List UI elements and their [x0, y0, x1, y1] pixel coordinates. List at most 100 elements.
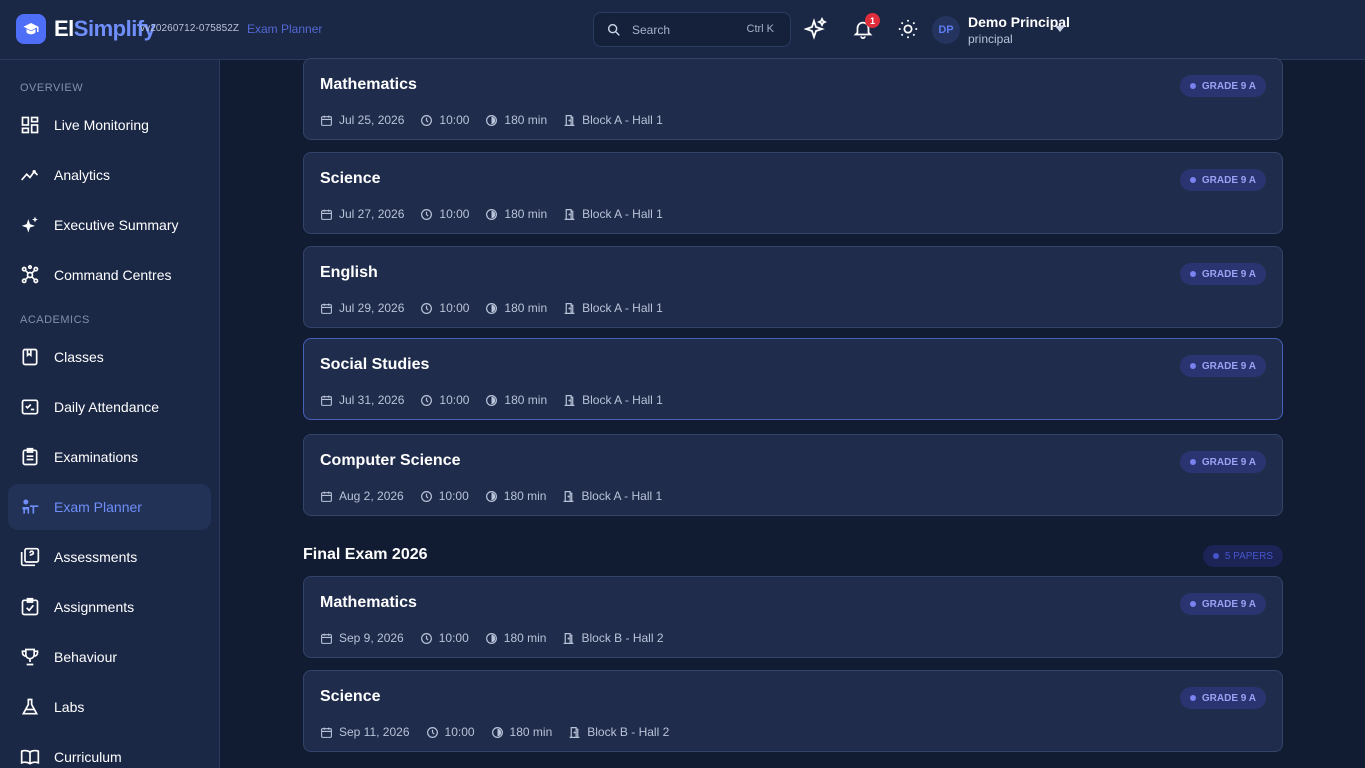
- section-title-final-exam: Final Exam 2026: [303, 546, 428, 563]
- exam-venue-value: Block A - Hall 1: [582, 301, 663, 315]
- sidebar-item-command-centres[interactable]: Command Centres: [8, 252, 211, 298]
- exam-venue: Block A - Hall 1: [563, 393, 663, 407]
- papers-count-badge: 5 PAPERS: [1202, 545, 1283, 567]
- open-book-icon: [20, 749, 40, 765]
- exam-meta: Jul 31, 2026 10:00 180 min Block A - Hal…: [320, 393, 679, 407]
- clock-icon: [421, 208, 433, 220]
- exam-meta: Jul 29, 2026 10:00 180 min Block A - Hal…: [320, 301, 679, 315]
- exam-card[interactable]: Computer Science Aug 2, 2026 10:00 180 m…: [303, 434, 1283, 516]
- exam-subject: Mathematics: [320, 594, 417, 611]
- grade-badge: GRADE 9 A: [1179, 169, 1266, 191]
- exam-duration-value: 180 min: [509, 725, 553, 739]
- sidebar-item-classes[interactable]: Classes: [8, 334, 211, 380]
- book-icon: [22, 348, 38, 366]
- ai-sparkle-button[interactable]: [801, 14, 831, 44]
- timer-icon: [485, 490, 497, 502]
- sidebar-item-live-monitoring[interactable]: Live Monitoring: [8, 102, 211, 148]
- exam-subject: Science: [320, 170, 381, 187]
- sidebar-item-labs[interactable]: Labs: [8, 684, 211, 730]
- exam-card[interactable]: Science Jul 27, 2026 10:00 180 min Block…: [303, 152, 1283, 234]
- exam-time-value: 10:00: [438, 631, 469, 645]
- grade-label: GRADE 9 A: [1201, 456, 1256, 468]
- exam-card[interactable]: Science Sep 11, 2026 10:00 180 min Block…: [303, 670, 1283, 752]
- sidebar-item-label: Daily Attendance: [54, 399, 160, 415]
- exam-subject: English: [320, 264, 378, 281]
- sidebar-section-academics: ACADEMICS: [20, 314, 90, 326]
- sidebar-item-exam-planner[interactable]: Exam Planner: [8, 484, 211, 530]
- sidebar-item-daily-attendance[interactable]: Daily Attendance: [8, 384, 211, 430]
- avatar[interactable]: DP: [932, 16, 960, 44]
- breadcrumb[interactable]: Exam Planner: [247, 22, 322, 36]
- badge-dot: [1212, 553, 1219, 559]
- exam-date: Jul 29, 2026: [320, 301, 404, 315]
- door-icon: [564, 394, 575, 406]
- exam-date: Sep 11, 2026: [320, 725, 410, 739]
- badge-dot: [1189, 177, 1196, 183]
- calendar-icon: [321, 491, 332, 502]
- papers-count-label: 5 PAPERS: [1224, 550, 1273, 562]
- exam-duration-value: 180 min: [504, 393, 548, 407]
- search-input[interactable]: Search Ctrl K: [593, 12, 791, 47]
- brand-name-prefix: El: [54, 16, 74, 41]
- search-placeholder: Search: [632, 23, 671, 37]
- exam-meta: Sep 11, 2026 10:00 180 min Block B - Hal…: [320, 725, 685, 739]
- exam-duration: 180 min: [485, 301, 547, 315]
- graduation-cap-icon[interactable]: [16, 14, 46, 44]
- exam-date-value: Jul 25, 2026: [339, 113, 405, 127]
- sidebar-item-label: Analytics: [54, 167, 111, 183]
- sidebar-item-label: Assessments: [54, 549, 138, 565]
- sidebar-item-curriculum[interactable]: Curriculum: [8, 734, 211, 768]
- chevron-down-icon[interactable]: [1054, 25, 1066, 33]
- exam-time-value: 10:00: [444, 725, 475, 739]
- sidebar-item-analytics[interactable]: Analytics: [8, 152, 211, 198]
- grade-badge: GRADE 9 A: [1179, 355, 1266, 377]
- exam-card[interactable]: Social Studies Jul 31, 2026 10:00 180 mi…: [303, 338, 1283, 420]
- exam-subject: Science: [320, 688, 381, 705]
- exam-card[interactable]: Mathematics Sep 9, 2026 10:00 180 min Bl…: [303, 576, 1283, 658]
- timer-icon: [486, 208, 498, 220]
- flask-icon: [21, 698, 39, 715]
- grade-label: GRADE 9 A: [1201, 80, 1256, 92]
- timer-icon: [486, 302, 498, 314]
- grade-badge: GRADE 9 A: [1179, 263, 1266, 285]
- checklist-icon: [21, 399, 39, 415]
- search-icon: [607, 23, 620, 36]
- clock-icon: [420, 632, 432, 644]
- theme-toggle-button[interactable]: [893, 14, 923, 44]
- grade-badge: GRADE 9 A: [1179, 593, 1266, 615]
- exam-time-value: 10:00: [439, 207, 470, 221]
- exam-time: 10:00: [420, 301, 469, 315]
- calendar-icon: [321, 209, 332, 220]
- exam-card[interactable]: Mathematics Jul 25, 2026 10:00 180 min B…: [303, 58, 1283, 140]
- sidebar: OVERVIEW Live Monitoring Analytics Execu…: [0, 60, 220, 768]
- badge-dot: [1189, 83, 1196, 89]
- exam-card[interactable]: English Jul 29, 2026 10:00 180 min Block…: [303, 246, 1283, 328]
- exam-date-value: Sep 11, 2026: [339, 725, 410, 739]
- notification-badge: 1: [865, 13, 880, 28]
- exam-venue: Block B - Hall 2: [562, 631, 664, 645]
- exam-venue-value: Block A - Hall 1: [581, 489, 663, 503]
- exam-time: 10:00: [420, 207, 469, 221]
- exam-date: Jul 27, 2026: [320, 207, 404, 221]
- exam-duration: 180 min: [485, 631, 546, 645]
- exam-date-value: Sep 9, 2026: [339, 631, 404, 645]
- timer-icon: [486, 114, 498, 126]
- sidebar-item-assignments[interactable]: Assignments: [8, 584, 211, 630]
- clock-icon: [421, 394, 433, 406]
- sidebar-item-label: Command Centres: [54, 267, 172, 283]
- exam-duration: 180 min: [485, 489, 546, 503]
- clock-icon: [426, 726, 438, 738]
- exam-subject: Computer Science: [320, 452, 461, 469]
- exam-meta: Sep 9, 2026 10:00 180 min Block B - Hall…: [320, 631, 680, 645]
- exam-time: 10:00: [420, 393, 469, 407]
- sidebar-item-executive-summary[interactable]: Executive Summary: [8, 202, 211, 248]
- grade-label: GRADE 9 A: [1201, 174, 1256, 186]
- door-icon: [564, 302, 575, 314]
- sidebar-section-overview: OVERVIEW: [20, 82, 84, 94]
- sidebar-item-behaviour[interactable]: Behaviour: [8, 634, 211, 680]
- sidebar-item-examinations[interactable]: Examinations: [8, 434, 211, 480]
- grade-badge: GRADE 9 A: [1179, 75, 1266, 97]
- sparkle-icon: [21, 216, 38, 233]
- grade-label: GRADE 9 A: [1201, 360, 1256, 372]
- sidebar-item-assessments[interactable]: Assessments: [8, 534, 211, 580]
